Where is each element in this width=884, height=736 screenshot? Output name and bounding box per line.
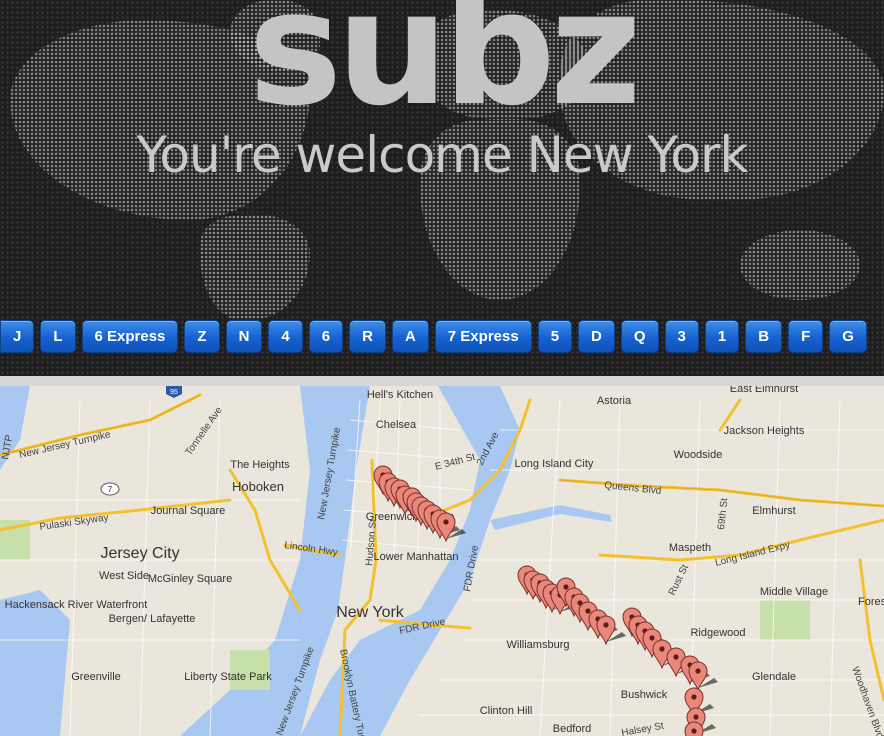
- line-button[interactable]: Q: [620, 320, 659, 353]
- line-button[interactable]: 1: [704, 320, 740, 353]
- svg-text:7: 7: [108, 485, 113, 494]
- divider: [0, 376, 884, 386]
- label-clinton-hill: Clinton Hill: [480, 705, 533, 717]
- label-jackson-heights: Jackson Heights: [724, 425, 805, 437]
- tagline: You're welcome New York: [136, 126, 749, 184]
- label-maspeth: Maspeth: [669, 542, 711, 554]
- map-canvas[interactable]: 95 7 Hell's Kitchen Astoria East Elmhurs…: [0, 386, 884, 736]
- line-button[interactable]: 6: [308, 320, 344, 353]
- line-button[interactable]: G: [829, 320, 867, 353]
- label-fores: Fores: [858, 596, 884, 608]
- subway-line-selector: JL6 Express Z N 4 6 R A 7 Express 5 D Q 3 1 B F G: [0, 320, 867, 354]
- line-button[interactable]: B: [745, 320, 783, 353]
- label-journal-square: Journal Square: [151, 505, 226, 517]
- world-map-dots: [740, 230, 860, 300]
- label-middle-village: Middle Village: [760, 586, 828, 598]
- line-button[interactable]: L: [40, 320, 76, 353]
- line-button[interactable]: 7 Express: [434, 320, 532, 353]
- label-glendale: Glendale: [752, 671, 796, 683]
- label-greenville: Greenville: [71, 671, 121, 683]
- svg-text:95: 95: [170, 389, 178, 396]
- label-bergen-lafayette: Bergen/ Lafayette: [109, 613, 196, 625]
- label-hackensack: Hackensack River Waterfront: [5, 599, 148, 611]
- map-view[interactable]: 95 7 Hell's Kitchen Astoria East Elmhurs…: [0, 386, 884, 736]
- label-lower-manhattan: Lower Manhattan: [374, 551, 459, 563]
- label-bedford: Bedford: [553, 723, 592, 735]
- label-new-york: New York: [336, 604, 405, 621]
- label-chelsea: Chelsea: [376, 419, 417, 431]
- line-button[interactable]: J: [0, 320, 35, 353]
- line-button[interactable]: D: [578, 320, 615, 353]
- line-button[interactable]: F: [788, 320, 824, 353]
- line-button[interactable]: 6 Express: [81, 320, 179, 353]
- world-map-dots: [200, 215, 310, 320]
- label-woodside: Woodside: [674, 449, 723, 461]
- line-button[interactable]: 5: [537, 320, 573, 353]
- label-jersey-city: Jersey City: [100, 545, 179, 562]
- line-button[interactable]: Z: [184, 320, 220, 353]
- highway-shield-7: 7: [100, 482, 120, 496]
- label-bushwick: Bushwick: [621, 689, 668, 701]
- label-long-island-city: Long Island City: [515, 458, 594, 470]
- line-button[interactable]: 3: [664, 320, 699, 353]
- hero-header: subz You're welcome New York JL6 Express…: [0, 0, 884, 376]
- label-mcginley-square: McGinley Square: [148, 573, 232, 585]
- line-button[interactable]: N: [225, 320, 263, 353]
- label-hells-kitchen: Hell's Kitchen: [367, 389, 433, 401]
- line-button[interactable]: 4: [268, 320, 303, 353]
- label-williamsburg: Williamsburg: [507, 639, 570, 651]
- line-button[interactable]: A: [391, 320, 429, 353]
- label-west-side: West Side: [99, 570, 149, 582]
- label-the-heights: The Heights: [230, 459, 290, 471]
- app-logo: subz: [248, 0, 642, 141]
- label-ridgewood: Ridgewood: [690, 627, 745, 639]
- line-button[interactable]: R: [349, 320, 386, 353]
- label-hoboken: Hoboken: [232, 479, 284, 494]
- label-astoria: Astoria: [597, 395, 632, 407]
- label-east-elmhurst: East Elmhurst: [730, 386, 798, 395]
- label-liberty-state-park: Liberty State Park: [184, 671, 272, 683]
- label-elmhurst: Elmhurst: [752, 505, 795, 517]
